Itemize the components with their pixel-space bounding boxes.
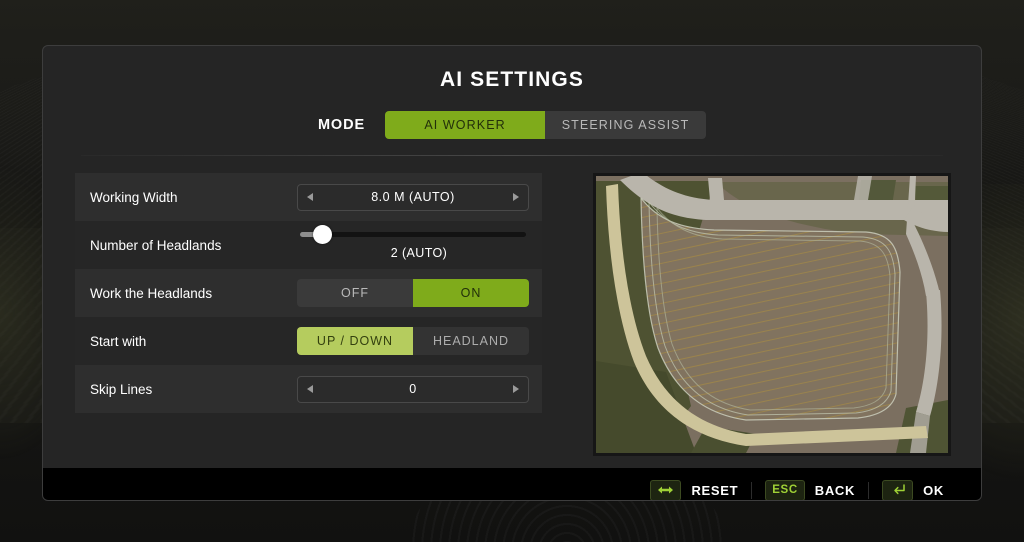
ok-label: OK: [923, 483, 944, 498]
reset-button[interactable]: RESET: [637, 480, 751, 501]
reset-label: RESET: [691, 483, 738, 498]
start-with-headland-button[interactable]: HEADLAND: [413, 327, 529, 355]
work-the-headlands-control[interactable]: OFF ON: [297, 279, 529, 307]
work-the-headlands-off-button[interactable]: OFF: [297, 279, 413, 307]
setting-row-skip-lines[interactable]: Skip Lines 0: [75, 365, 542, 413]
setting-row-work-the-headlands[interactable]: Work the Headlands OFF ON: [75, 269, 542, 317]
settings-list: Working Width 8.0 M (AUTO) Number of Hea…: [75, 173, 542, 456]
esc-key-cap: ESC: [765, 480, 804, 501]
mode-label: MODE: [318, 117, 365, 133]
left-right-arrow-icon: [650, 480, 681, 501]
working-width-value: 8.0 M (AUTO): [313, 190, 513, 204]
field-preview-frame: [593, 173, 951, 456]
enter-return-icon: [882, 480, 913, 501]
setting-label-work-the-headlands: Work the Headlands: [90, 286, 297, 301]
start-with-up-down-button[interactable]: UP / DOWN: [297, 327, 413, 355]
setting-row-working-width[interactable]: Working Width 8.0 M (AUTO): [75, 173, 542, 221]
working-width-stepper[interactable]: 8.0 M (AUTO): [297, 184, 529, 211]
skip-lines-control[interactable]: 0: [297, 376, 529, 403]
setting-label-skip-lines: Skip Lines: [90, 382, 297, 397]
tab-steering-assist[interactable]: STEERING ASSIST: [545, 111, 706, 139]
page-title: AI SETTINGS: [43, 68, 981, 92]
setting-row-start-with[interactable]: Start with UP / DOWN HEADLAND: [75, 317, 542, 365]
setting-label-number-of-headlands: Number of Headlands: [90, 238, 297, 253]
number-of-headlands-slider[interactable]: [300, 232, 526, 237]
skip-lines-value: 0: [313, 382, 513, 396]
dialog-footer: RESET ESC BACK OK: [43, 468, 981, 501]
setting-row-number-of-headlands[interactable]: Number of Headlands 2 (AUTO): [75, 221, 542, 269]
stepper-increment-icon[interactable]: [513, 385, 519, 393]
number-of-headlands-control[interactable]: 2 (AUTO): [297, 230, 529, 260]
skip-lines-stepper[interactable]: 0: [297, 376, 529, 403]
map-preview-column: [542, 173, 951, 456]
ok-button[interactable]: OK: [869, 480, 957, 501]
mode-row: MODE AI WORKER STEERING ASSIST: [43, 111, 981, 139]
field-preview-image: [596, 176, 948, 453]
slider-handle[interactable]: [313, 225, 332, 244]
start-with-toggle[interactable]: UP / DOWN HEADLAND: [297, 327, 529, 355]
dialog-body: Working Width 8.0 M (AUTO) Number of Hea…: [43, 156, 981, 456]
mode-segmented-control[interactable]: AI WORKER STEERING ASSIST: [385, 111, 706, 139]
setting-label-start-with: Start with: [90, 334, 297, 349]
back-label: BACK: [815, 483, 855, 498]
setting-label-working-width: Working Width: [90, 190, 297, 205]
working-width-control[interactable]: 8.0 M (AUTO): [297, 184, 529, 211]
stepper-increment-icon[interactable]: [513, 193, 519, 201]
back-button[interactable]: ESC BACK: [752, 480, 868, 501]
start-with-control[interactable]: UP / DOWN HEADLAND: [297, 327, 529, 355]
work-the-headlands-on-button[interactable]: ON: [413, 279, 529, 307]
ai-settings-dialog: AI SETTINGS MODE AI WORKER STEERING ASSI…: [42, 45, 982, 501]
dialog-header: AI SETTINGS MODE AI WORKER STEERING ASSI…: [43, 46, 981, 156]
number-of-headlands-value: 2 (AUTO): [391, 246, 447, 260]
work-the-headlands-toggle[interactable]: OFF ON: [297, 279, 529, 307]
tab-ai-worker[interactable]: AI WORKER: [385, 111, 545, 139]
field-map-svg: [596, 176, 948, 453]
